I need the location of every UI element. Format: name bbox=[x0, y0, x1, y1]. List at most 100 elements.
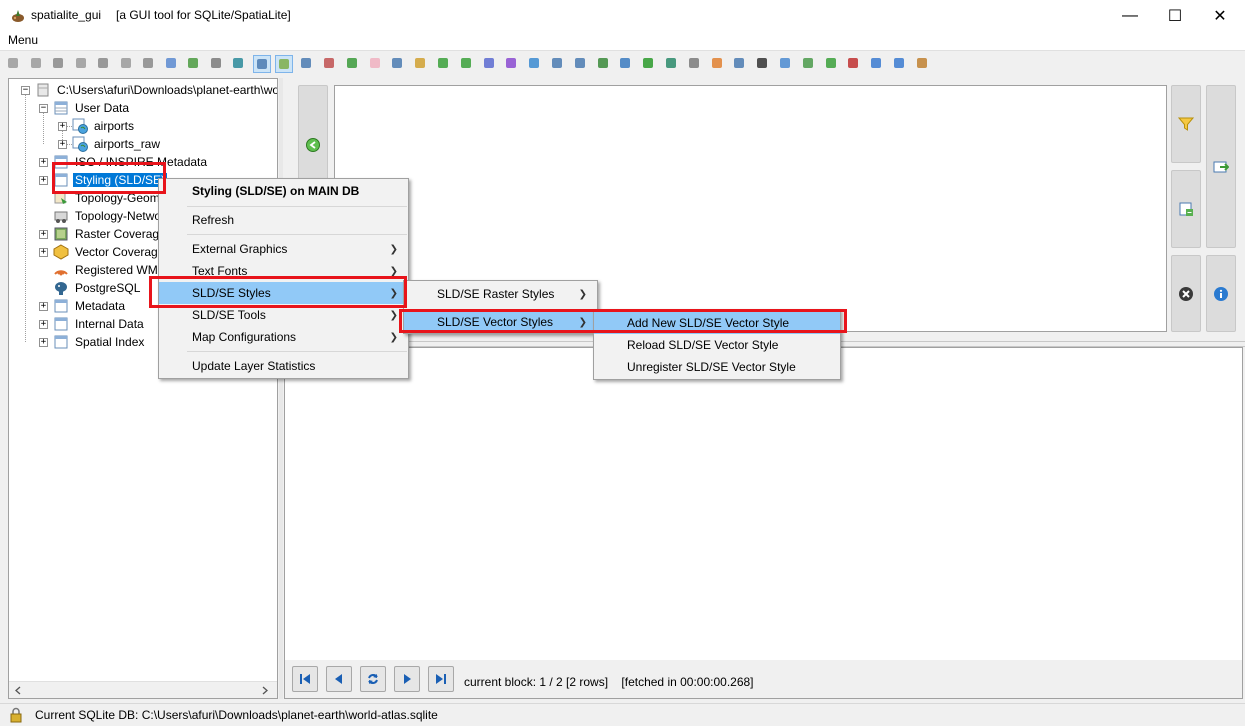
execute-icon bbox=[1213, 161, 1229, 172]
toolbar-tool-23-icon[interactable] bbox=[503, 55, 521, 73]
info-button[interactable] bbox=[1206, 255, 1236, 332]
execute-sql-button[interactable] bbox=[1206, 85, 1236, 248]
toolbar-tool-21-icon[interactable] bbox=[458, 55, 476, 73]
toolbar-tool-30-icon[interactable] bbox=[663, 55, 681, 73]
scroll-left-icon[interactable] bbox=[14, 686, 22, 695]
tree-node-metadata[interactable]: + Metadata bbox=[39, 297, 127, 315]
history-back-icon[interactable] bbox=[305, 137, 321, 153]
results-grid[interactable] bbox=[284, 347, 1243, 699]
toolbar-tool-7-icon[interactable] bbox=[140, 55, 158, 73]
toolbar-tool-37-icon[interactable] bbox=[823, 55, 841, 73]
menu-item-reload-vector-style[interactable]: Reload SLD/SE Vector Style bbox=[594, 334, 840, 356]
menu-item-map-configurations[interactable]: Map Configurations ❯ bbox=[159, 326, 408, 348]
panel-splitter[interactable] bbox=[279, 78, 283, 699]
expand-icon[interactable]: + bbox=[39, 175, 48, 185]
tree-node-airports[interactable]: + airports bbox=[58, 117, 136, 135]
tree-horizontal-scrollbar[interactable] bbox=[9, 681, 277, 698]
toolbar-tool-9-icon[interactable] bbox=[185, 55, 203, 73]
toolbar-tool-16-icon[interactable] bbox=[344, 55, 362, 73]
menu-item-unregister-vector-style[interactable]: Unregister SLD/SE Vector Style bbox=[594, 356, 840, 378]
menu-item-main[interactable]: Menu bbox=[8, 33, 38, 47]
menu-item-update-layer-statistics[interactable]: Update Layer Statistics bbox=[159, 355, 408, 377]
tree-node-postgresql[interactable]: PostgreSQL bbox=[39, 279, 142, 297]
toolbar-tool-2-icon[interactable] bbox=[28, 55, 46, 73]
toolbar-tool-4-icon[interactable] bbox=[73, 55, 91, 73]
tree-node-internal-data[interactable]: + Internal Data bbox=[39, 315, 146, 333]
menu-item-text-fonts[interactable]: Text Fonts ❯ bbox=[159, 260, 408, 282]
toolbar-tool-31-icon[interactable] bbox=[686, 55, 704, 73]
toolbar-tool-1-icon[interactable] bbox=[5, 55, 23, 73]
expand-icon[interactable]: + bbox=[39, 157, 48, 167]
tree-node-database[interactable]: − C:\Users\afuri\Downloads\planet-earth\… bbox=[21, 81, 277, 99]
expand-icon[interactable]: + bbox=[39, 301, 48, 311]
toolbar-tool-25-icon[interactable] bbox=[549, 55, 567, 73]
collapse-icon[interactable]: − bbox=[39, 103, 48, 113]
toolbar-tool-10-icon[interactable] bbox=[208, 55, 226, 73]
refresh-block-button[interactable] bbox=[360, 666, 386, 692]
tree-node-airports-raw[interactable]: + airports_raw bbox=[58, 135, 162, 153]
menu-item-external-graphics[interactable]: External Graphics ❯ bbox=[159, 238, 408, 260]
toolbar-tool-22-icon[interactable] bbox=[481, 55, 499, 73]
menu-item-sld-se-styles[interactable]: SLD/SE Styles ❯ bbox=[159, 282, 408, 304]
geometry-table-icon bbox=[72, 136, 88, 152]
toolbar-tool-41-icon[interactable] bbox=[914, 55, 932, 73]
toolbar-tool-8-icon[interactable] bbox=[163, 55, 181, 73]
tree-node-user-data[interactable]: − User Data bbox=[39, 99, 131, 117]
toolbar-tool-19-icon[interactable] bbox=[412, 55, 430, 73]
toolbar-tool-35-icon[interactable] bbox=[777, 55, 795, 73]
menu-item-raster-styles[interactable]: SLD/SE Raster Styles ❯ bbox=[404, 283, 597, 305]
toolbar-tool-17-icon[interactable] bbox=[367, 55, 385, 73]
expand-icon[interactable]: + bbox=[39, 319, 48, 329]
toolbar-tool-32-icon[interactable] bbox=[709, 55, 727, 73]
next-block-button[interactable] bbox=[394, 666, 420, 692]
toolbar-tool-39-icon[interactable] bbox=[868, 55, 886, 73]
expand-icon[interactable]: + bbox=[39, 229, 48, 239]
clear-sql-button[interactable] bbox=[1171, 255, 1201, 332]
toolbar-tool-36-icon[interactable] bbox=[800, 55, 818, 73]
menu-item-vector-styles[interactable]: SLD/SE Vector Styles ❯ bbox=[404, 311, 597, 333]
tree-node-raster-coverages[interactable]: + Raster Coverages bbox=[39, 225, 174, 243]
toolbar-tool-38-icon[interactable] bbox=[845, 55, 863, 73]
filter-button[interactable] bbox=[1171, 85, 1201, 163]
menu-item-add-vector-style[interactable]: Add New SLD/SE Vector Style bbox=[594, 312, 840, 334]
collapse-icon[interactable]: − bbox=[21, 85, 30, 95]
tree-node-iso-metadata[interactable]: + ISO / INSPIRE Metadata bbox=[39, 153, 209, 171]
toolbar-tool-14-icon[interactable] bbox=[298, 55, 316, 73]
db-tree-panel[interactable]: − C:\Users\afuri\Downloads\planet-earth\… bbox=[8, 78, 278, 699]
menu-item-refresh[interactable]: Refresh bbox=[159, 209, 408, 231]
toolbar-tool-40-icon[interactable] bbox=[891, 55, 909, 73]
expand-icon[interactable]: + bbox=[39, 337, 48, 347]
toolbar-tool-18-icon[interactable] bbox=[389, 55, 407, 73]
first-block-button[interactable] bbox=[292, 666, 318, 692]
tree-node-vector-coverages[interactable]: + Vector Coverages bbox=[39, 243, 172, 261]
last-block-button[interactable] bbox=[428, 666, 454, 692]
toolbar-tool-12-icon[interactable] bbox=[252, 55, 271, 73]
previous-block-button[interactable] bbox=[326, 666, 352, 692]
tree-node-registered-wms[interactable]: Registered WMS bbox=[39, 261, 168, 279]
scroll-right-icon[interactable] bbox=[261, 686, 269, 695]
toolbar-tool-20-icon[interactable] bbox=[435, 55, 453, 73]
maximize-button[interactable]: ☐ bbox=[1152, 0, 1198, 31]
minimize-button[interactable]: — bbox=[1107, 0, 1153, 31]
toolbar-tool-3-icon[interactable] bbox=[50, 55, 68, 73]
toolbar-tool-28-icon[interactable] bbox=[617, 55, 635, 73]
tree-node-spatial-index[interactable]: + Spatial Index bbox=[39, 333, 146, 351]
toolbar-tool-6-icon[interactable] bbox=[118, 55, 136, 73]
toolbar-tool-34-icon[interactable] bbox=[754, 55, 772, 73]
toolbar-tool-5-icon[interactable] bbox=[95, 55, 113, 73]
expand-icon[interactable]: + bbox=[39, 247, 48, 257]
expand-icon[interactable]: + bbox=[58, 139, 67, 149]
tree-node-styling[interactable]: + Styling (SLD/SE) bbox=[39, 171, 168, 189]
toolbar-tool-33-icon[interactable] bbox=[731, 55, 749, 73]
menu-item-sld-se-tools[interactable]: SLD/SE Tools ❯ bbox=[159, 304, 408, 326]
toolbar-tool-15-icon[interactable] bbox=[321, 55, 339, 73]
load-sql-button[interactable] bbox=[1171, 170, 1201, 248]
toolbar-tool-29-icon[interactable] bbox=[640, 55, 658, 73]
toolbar-tool-24-icon[interactable] bbox=[526, 55, 544, 73]
expand-icon[interactable]: + bbox=[58, 121, 67, 131]
toolbar-tool-26-icon[interactable] bbox=[572, 55, 590, 73]
toolbar-tool-13-icon[interactable] bbox=[275, 55, 294, 73]
toolbar-tool-11-icon[interactable] bbox=[230, 55, 248, 73]
toolbar-tool-27-icon[interactable] bbox=[595, 55, 613, 73]
close-button[interactable]: ✕ bbox=[1197, 0, 1243, 31]
